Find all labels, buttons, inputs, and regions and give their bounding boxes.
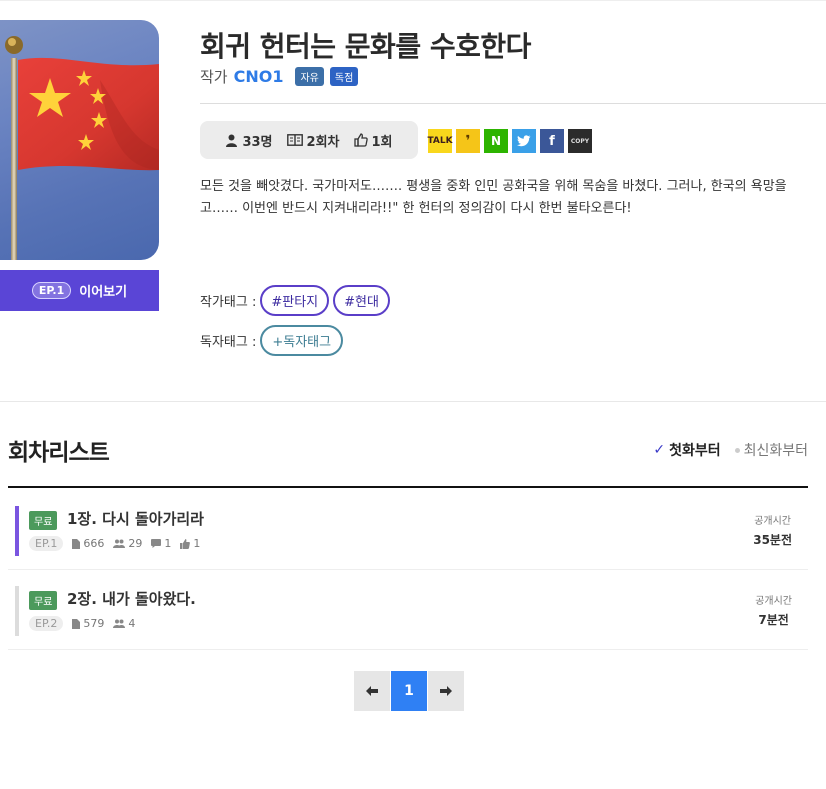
likes-stat: 1회 — [353, 131, 393, 150]
publish-time-value: 7분전 — [758, 613, 789, 627]
tag-fantasy[interactable]: #판타지 — [260, 285, 330, 316]
naver-icon[interactable]: N — [484, 129, 508, 153]
author-tags-row: 작가태그 : #판타지 #현대 — [200, 285, 390, 316]
readers-stat: 29 — [113, 537, 142, 550]
exclusive-badge: 독점 — [329, 67, 359, 86]
likes-count: 1 — [193, 537, 201, 550]
free-badge: 무료 — [29, 511, 58, 530]
publish-time-label: 공개시간 — [755, 596, 792, 607]
unread-indicator-bar — [15, 586, 19, 636]
views-stat: 666 — [72, 537, 104, 550]
flag-illustration — [5, 36, 159, 260]
readers-stat: 4 — [113, 617, 135, 630]
prev-page-button[interactable] — [354, 671, 390, 711]
readers-count: 4 — [128, 617, 136, 630]
episode-row[interactable]: 무료 1장. 다시 돌아가리라 EP.1 666 29 1 1 공개시간 35분… — [8, 490, 808, 570]
continue-episode-pill: EP.1 — [31, 282, 72, 299]
author-link[interactable]: CNO1 — [234, 67, 284, 86]
list-top-divider — [8, 486, 808, 488]
people-icon — [113, 619, 126, 628]
episode-number: EP.2 — [29, 616, 64, 631]
publish-time: 공개시간 7분전 — [755, 592, 792, 628]
sort-latest-label: 최신화부터 — [743, 443, 808, 459]
continue-reading-button[interactable]: EP.1 이어보기 — [0, 270, 159, 311]
person-icon — [226, 134, 238, 147]
episode-number: EP.1 — [29, 536, 64, 551]
author-row: 작가 CNO1 자유 독점 — [200, 66, 359, 87]
arrow-left-icon — [366, 686, 378, 696]
free-badge: 무료 — [29, 591, 58, 610]
views-count: 579 — [83, 617, 105, 630]
cover-image[interactable] — [0, 20, 159, 260]
episode-meta: EP.2 579 4 — [29, 616, 135, 631]
episode-row[interactable]: 무료 2장. 내가 돌아왔다. EP.2 579 4 공개시간 7분전 — [8, 570, 808, 650]
read-indicator-bar — [15, 506, 19, 556]
thumbs-up-icon — [353, 133, 368, 147]
sort-options: ✓ 첫화부터 최신화부터 — [653, 440, 808, 460]
episode-meta: EP.1 666 29 1 1 — [29, 536, 200, 551]
free-badge: 자유 — [295, 67, 324, 86]
publish-time: 공개시간 35분전 — [753, 512, 792, 548]
author-tags-label: 작가태그 : — [200, 295, 257, 310]
top-border — [0, 0, 826, 1]
episodes-count: 2회차 — [306, 134, 340, 150]
sort-first-button[interactable]: ✓ 첫화부터 — [653, 440, 720, 460]
pagination: 1 — [354, 671, 464, 711]
divider — [200, 103, 826, 104]
likes-stat: 1 — [180, 537, 200, 550]
add-reader-tag-button[interactable]: +독자태그 — [260, 325, 344, 356]
dot-icon — [734, 447, 740, 453]
next-page-button[interactable] — [428, 671, 464, 711]
document-icon — [72, 618, 81, 629]
book-icon — [286, 134, 303, 146]
document-icon — [72, 538, 81, 549]
sort-first-label: 첫화부터 — [669, 443, 721, 459]
copy-link-icon[interactable]: COPY — [568, 129, 592, 153]
synopsis-line-2: 고…… 이번엔 반드시 지켜내리라!!" 한 헌터의 정의감이 다시 한번 불타… — [200, 201, 632, 216]
readers-stat: 33명 — [225, 131, 273, 150]
share-buttons: TALK ❜ N f COPY — [427, 129, 592, 153]
synopsis: 모든 것을 빼앗겼다. 국가마저도……. 평생을 중화 인민 공화국을 위해 목… — [200, 176, 826, 220]
reader-tags-row: 독자태그 : +독자태그 — [200, 325, 344, 356]
kakaotalk-icon[interactable]: TALK — [427, 129, 453, 153]
episode-list-title: 회차리스트 — [8, 440, 110, 466]
tag-modern[interactable]: #현대 — [333, 285, 390, 316]
synopsis-line-1: 모든 것을 빼앗겼다. 국가마저도……. 평생을 중화 인민 공화국을 위해 목… — [200, 179, 787, 194]
people-icon — [113, 539, 126, 548]
novel-title: 회귀 헌터는 문화를 수호한다 — [200, 30, 531, 63]
thumbs-up-icon — [180, 538, 191, 549]
episodes-stat: 2회차 — [286, 131, 340, 150]
comment-icon — [151, 539, 162, 548]
kakaostory-icon[interactable]: ❜ — [456, 129, 480, 153]
page-button-current[interactable]: 1 — [391, 671, 427, 711]
arrow-right-icon — [440, 686, 452, 696]
episode-title[interactable]: 2장. 내가 돌아왔다. — [67, 588, 196, 609]
readers-count: 29 — [128, 537, 143, 550]
likes-count: 1회 — [371, 134, 393, 150]
views-stat: 579 — [72, 617, 104, 630]
readers-count: 33명 — [242, 134, 273, 150]
views-count: 666 — [83, 537, 105, 550]
comments-stat: 1 — [151, 537, 171, 550]
publish-time-label: 공개시간 — [754, 516, 792, 527]
reader-tags-label: 독자태그 : — [200, 335, 257, 350]
twitter-bird-icon — [517, 135, 531, 147]
continue-label: 이어보기 — [79, 285, 128, 300]
facebook-icon[interactable]: f — [540, 129, 564, 153]
publish-time-value: 35분전 — [753, 533, 792, 547]
sort-latest-button[interactable]: 최신화부터 — [734, 440, 808, 460]
comments-count: 1 — [164, 537, 172, 550]
twitter-icon[interactable] — [512, 129, 536, 153]
section-divider — [0, 401, 826, 402]
episode-title[interactable]: 1장. 다시 돌아가리라 — [67, 508, 204, 529]
author-label: 작가 — [200, 68, 228, 86]
check-icon: ✓ — [653, 442, 666, 458]
stats-box: 33명 2회차 1회 — [200, 121, 418, 159]
